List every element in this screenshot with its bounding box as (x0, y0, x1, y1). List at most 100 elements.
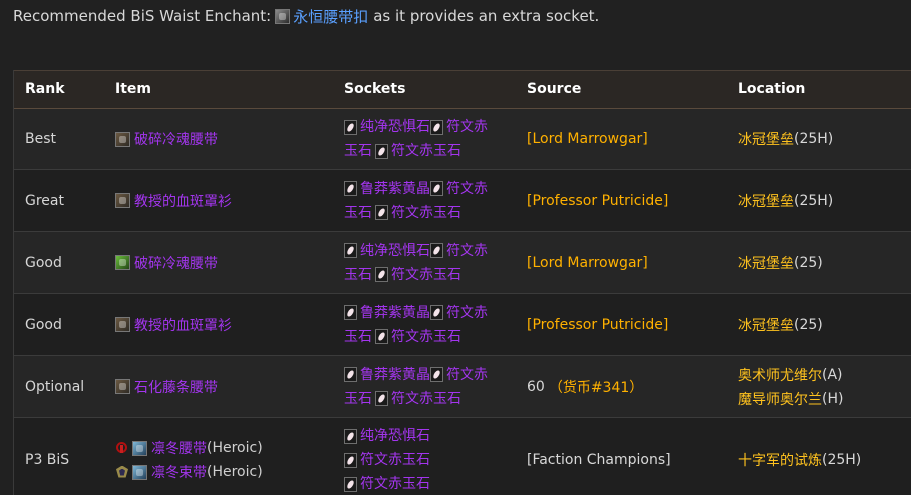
robe-icon (115, 193, 130, 208)
item-link[interactable]: 教授的血斑罩衫 (134, 315, 232, 335)
location-mode: (25H) (822, 452, 862, 468)
header-rank: Rank (25, 81, 65, 97)
rank-cell: Best (25, 131, 57, 147)
location-cell: 冰冠堡垒 (25H) (738, 109, 833, 169)
enchant-link[interactable]: 永恒腰带扣 (293, 6, 368, 27)
source-link[interactable]: [Lord Marrowgar] (527, 232, 648, 293)
item-cell: 教授的血斑罩衫 (115, 294, 232, 355)
location-cell: 冰冠堡垒 (25H) (738, 170, 833, 231)
alliance-icon (115, 465, 129, 480)
sockets-cell: 鲁莽紫黄晶 符文赤 玉石 符文赤玉石 (344, 356, 488, 417)
item-difficulty: (Heroic) (207, 440, 263, 456)
item-link[interactable]: 破碎冷魂腰带 (134, 253, 218, 273)
source-link[interactable]: [Lord Marrowgar] (527, 109, 648, 169)
intro-text: Recommended BiS Waist Enchant: (13, 7, 272, 25)
horde-icon (115, 441, 129, 456)
gem-icon (430, 305, 443, 320)
gem-link-cont[interactable]: 玉石 (344, 201, 372, 225)
gem-icon (344, 119, 357, 135)
item-link[interactable]: 凛冬束带 (151, 462, 207, 482)
gem-link[interactable]: 符文赤玉石 (391, 201, 461, 225)
gem-link-cont[interactable]: 玉石 (344, 263, 372, 287)
gem-link[interactable]: 纯净恐惧石 (360, 424, 430, 448)
gem-icon (344, 428, 357, 444)
location-mode: (25H) (794, 131, 834, 147)
gem-icon (430, 181, 443, 196)
gem-link-cont[interactable]: 玉石 (344, 325, 372, 349)
item-link[interactable]: 石化藤条腰带 (134, 377, 218, 397)
vendor-link-horde[interactable]: 魔导师奥尔兰 (738, 389, 822, 409)
location-cell: 冰冠堡垒 (25) (738, 232, 823, 293)
gem-link[interactable]: 符文赤玉石 (360, 448, 430, 472)
belt-icon (115, 379, 130, 394)
gem-link[interactable]: 符文赤玉石 (391, 387, 461, 411)
gem-link-cont[interactable]: 玉石 (344, 387, 372, 411)
rank-cell: Optional (25, 378, 85, 395)
rank-cell: Good (25, 254, 62, 271)
table-row: Great 教授的血斑罩衫 鲁莽紫黄晶 符文赤 玉石 符文赤玉石 [Professo… (14, 170, 911, 232)
sockets-cell: 纯净恐惧石 符文赤 玉石 符文赤玉石 (344, 232, 488, 293)
item-difficulty: (Heroic) (207, 464, 263, 480)
location-mode: (25) (794, 254, 823, 271)
location-link[interactable]: 冰冠堡垒 (738, 191, 794, 211)
source-link[interactable]: [Professor Putricide] (527, 170, 668, 231)
gem-icon (344, 305, 357, 320)
currency-link[interactable]: （货币#341） (549, 377, 643, 397)
source-text: [Faction Champions] (527, 452, 671, 468)
gem-link[interactable]: 鲁莽紫黄晶 (360, 301, 430, 325)
belt-icon (132, 464, 147, 480)
location-link[interactable]: 冰冠堡垒 (738, 129, 794, 149)
gem-link[interactable]: 符文赤玉石 (360, 472, 430, 495)
gem-link-cont[interactable]: 玉石 (344, 139, 372, 163)
table-row: Best 破碎冷魂腰带 纯净恐惧石 符文赤 玉石 符文赤玉石 [Lord Marro… (14, 109, 911, 170)
location-link[interactable]: 冰冠堡垒 (738, 253, 794, 273)
buckle-icon (275, 8, 291, 24)
table-row: Good 教授的血斑罩衫 鲁莽紫黄晶 符文赤 玉石 符文赤玉石 [Professor… (14, 294, 911, 356)
header-item: Item (115, 81, 151, 97)
location-link[interactable]: 十字军的试炼 (738, 450, 822, 470)
gem-icon (344, 476, 357, 492)
gem-link[interactable]: 符文赤 (446, 239, 488, 263)
header-location: Location (738, 81, 806, 97)
location-link[interactable]: 冰冠堡垒 (738, 315, 794, 335)
gem-icon (375, 267, 388, 282)
gem-link[interactable]: 鲁莽紫黄晶 (360, 363, 430, 387)
sockets-cell: 纯净恐惧石 符文赤 玉石 符文赤玉石 (344, 109, 488, 169)
gem-icon (375, 143, 388, 159)
gem-icon (344, 367, 357, 382)
item-cell: 破碎冷魂腰带 (115, 109, 218, 169)
gem-link[interactable]: 符文赤玉石 (391, 325, 461, 349)
gem-icon (430, 119, 443, 135)
belt-icon (132, 440, 147, 456)
table-row: Good 破碎冷魂腰带 纯净恐惧石 符文赤 玉石 符文赤玉石 [Lord Marro… (14, 232, 911, 294)
table-row: Optional 石化藤条腰带 鲁莽紫黄晶 符文赤 玉石 符文赤玉石 60 （货币#3… (14, 356, 911, 418)
item-link[interactable]: 教授的血斑罩衫 (134, 191, 232, 211)
gem-icon (375, 205, 388, 220)
rank-cell: Good (25, 316, 62, 333)
location-mode: (25) (794, 316, 823, 333)
gem-link[interactable]: 符文赤玉石 (391, 139, 461, 163)
source-cell: 60 （货币#341） (527, 356, 643, 417)
gem-link[interactable]: 符文赤玉石 (391, 263, 461, 287)
gem-link[interactable]: 纯净恐惧石 (360, 239, 430, 263)
table-row: P3 BiS 凛冬腰带 (Heroic) 凛冬束带 (Heroic) 纯净恐惧石… (14, 418, 911, 495)
belt-icon (115, 255, 130, 270)
header-sockets: Sockets (344, 81, 406, 97)
source-link[interactable]: [Professor Putricide] (527, 294, 668, 355)
item-cell: 破碎冷魂腰带 (115, 232, 218, 293)
gem-link[interactable]: 符文赤 (446, 115, 488, 139)
robe-icon (115, 317, 130, 332)
gem-icon (430, 367, 443, 382)
vendor-link-alliance[interactable]: 奥术师尤维尔 (738, 365, 822, 385)
item-link[interactable]: 凛冬腰带 (151, 438, 207, 458)
gem-link[interactable]: 符文赤 (446, 363, 488, 387)
location-cell: 十字军的试炼 (25H) (738, 418, 861, 495)
gem-link[interactable]: 符文赤 (446, 177, 488, 201)
gem-link[interactable]: 符文赤 (446, 301, 488, 325)
gem-link[interactable]: 纯净恐惧石 (360, 115, 430, 139)
item-link[interactable]: 破碎冷魂腰带 (134, 129, 218, 149)
location-mode: (25H) (794, 192, 834, 209)
gem-link[interactable]: 鲁莽紫黄晶 (360, 177, 430, 201)
gem-icon (430, 243, 443, 258)
gem-icon (375, 391, 388, 406)
